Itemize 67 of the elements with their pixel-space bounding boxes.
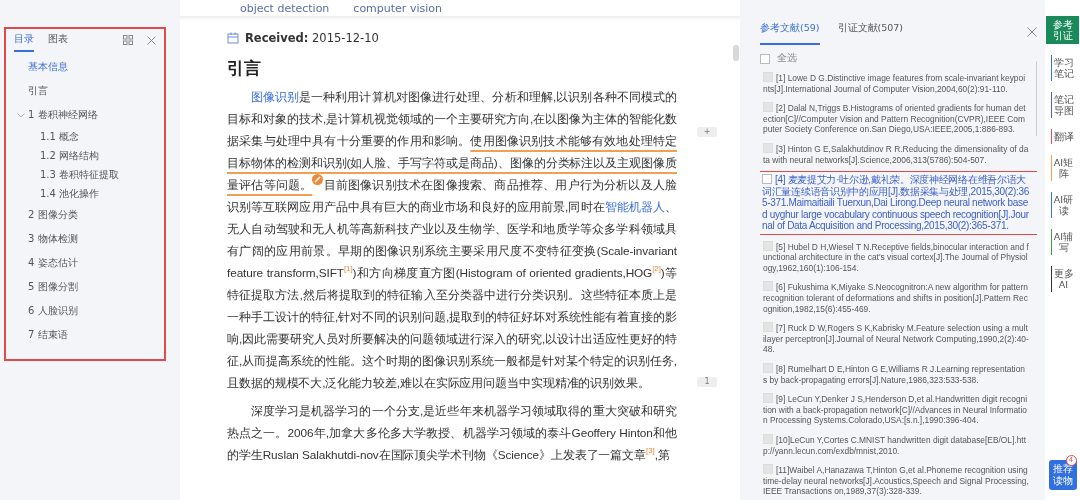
checkbox[interactable] bbox=[763, 363, 773, 373]
checkbox[interactable] bbox=[763, 433, 773, 444]
tool-button[interactable]: 参考引证 bbox=[1046, 16, 1079, 44]
select-all-label[interactable]: 全选 bbox=[777, 52, 797, 65]
reference-entry[interactable]: [9] LeCun Y,Denker J S,Henderson D,et al.Handwritten digit recognition with a back-propagation network[C]//Advances in Neural Information Processing Systems.Colorado,USA:[s.n.],1990:396-404. bbox=[760, 391, 1032, 428]
tool-button[interactable]: AI矩阵 bbox=[1050, 155, 1075, 181]
paragraph: 图像识别是一种利用计算机对图像进行处理、分析和理解,以识别各种不同模式的目标和对象的技术,是计算机视觉领域的一个主要研究方向,在以图像为主体的智能化数据采集与处理中具有十分重要的作用和影响。使用图像识别技术能够有效地处理特定目标物体的检测和识别(如人脸、手写字符或是商品)、图像的分类标注以及主观图像质量评估等问题。 目前图像识别技术在图像搜索、商品推荐、用户行为分析以及人脸识别等互联网应用产品中具有巨大的商业市场和良好的应用前景,同时在智能机器人、无人自动驾驶和无人机等高新科技产业以及生物学、医学和地质学等众多学科领域具有广阔的应用前景。早期的图像识别系统主要采用尺度不变特征变换(Scale-invariant feature transform,SIFT$^{[1]}$)和方向梯度直方图(Histogram of oriented gradients,HOG$^{[2]}$)等特征提取方法,然后将提取到的特征输入至分类器中进行分类识别。这些特征本质上是一种手工设计的特征,针对不同的识别问题,提取到的特征好坏对系统性能有着直接的影响,因此需要研究人员对所要解决的问题领域进行深入的研究,以设计出适应性更好的特征,从而提高系统的性能。这个时期的图像识别系统一般都是针对某个特定的识别任务,且数据的规模不大,泛化能力较差,难以在实际应用问题当中实现精准的识别效果。 bbox=[227, 89, 677, 392]
reference-entry[interactable]: [6] Fukushima K,Miyake S.Neocognitron:A new algorithm for pattern recognition tolerant of deformations and shifts in position[J].Pattern Recognition,1982,15(6):455-469. bbox=[760, 279, 1032, 317]
toc-tab[interactable]: 图表 bbox=[48, 28, 68, 52]
tool-button[interactable]: 翻译 bbox=[1050, 129, 1075, 144]
term-link[interactable]: 智能机器人 bbox=[604, 200, 666, 214]
toc-item[interactable]: 基本信息 bbox=[28, 60, 68, 74]
term-link[interactable]: 图像识别 bbox=[250, 90, 299, 104]
reference-entry[interactable]: [11]Waibel A,Hanazawa T,Hinton G,et al.Phoneme recognition using time-delay neural networks[J].Acoustics,Speech and Signal Processing,IEEE Transactions on,1989,37(3):328-339. bbox=[760, 462, 1032, 499]
scrollbar[interactable] bbox=[1036, 61, 1037, 136]
checkbox[interactable] bbox=[760, 53, 770, 64]
pencil-icon[interactable] bbox=[312, 174, 324, 185]
toc-item[interactable]: 7 结束语 bbox=[28, 328, 68, 342]
toc-item[interactable]: 5 图像分割 bbox=[28, 280, 78, 294]
toc-item[interactable]: 2 图像分类 bbox=[28, 208, 78, 222]
paragraph: 深度学习是机器学习的一个分支,是近些年来机器学习领域取得的重大突破和研究热点之一。2006年,加拿大多伦多大学教授、机器学习领域的泰斗Geoffery Hinton和他的学生Ruslan Salakhutdi-nov在国际顶尖学术刊物《Science》上发表了一篇文章$^{[3]}$,第 bbox=[227, 403, 677, 464]
toc-item[interactable]: 3 物体检测 bbox=[28, 232, 78, 246]
checkbox[interactable] bbox=[763, 72, 773, 82]
checkbox[interactable] bbox=[763, 322, 773, 333]
tool-button[interactable]: AI辅写 bbox=[1050, 229, 1075, 255]
highlighted-reference[interactable]: [4] 麦麦提艾力·吐尔逊,戴礼荣。深度神经网络在维吾尔语大词汇量连续语音识别中的应用[J].数据采集与处理,2015,30(2):365-371.Maimaitiaili Tuerxun,Dai Lirong.Deep neural network based uyghur large vocabulary continuous speech recognition[J].Journal of Data Acquisition and Processing,2015,30(2):365-371. bbox=[760, 171, 1037, 235]
toc-item[interactable]: 4 姿态估计 bbox=[28, 256, 78, 270]
toc-item[interactable]: 1.2 网络结构 bbox=[40, 148, 100, 163]
tool-button[interactable]: 学习笔记 bbox=[1050, 55, 1075, 81]
reference-entry[interactable]: [10]LeCun Y,Cortes C.MNIST handwritten digit database[EB/OL].http://yann.lecun.com/exdb/mnist,2010. bbox=[760, 431, 1032, 459]
tool-button[interactable]: 笔记导图 bbox=[1050, 92, 1075, 118]
reference-tab[interactable]: 引证文献(507) bbox=[837, 18, 904, 45]
caret-icon[interactable] bbox=[17, 113, 25, 118]
toc-item[interactable]: 6 人脸识别 bbox=[28, 304, 78, 318]
margin-marker[interactable]: 1 bbox=[697, 377, 717, 387]
keyword-link[interactable]: object detection bbox=[240, 1, 330, 15]
tool-button[interactable]: 更多AI bbox=[1050, 266, 1075, 292]
margin-marker[interactable]: + bbox=[697, 127, 717, 137]
section-heading: 引言 bbox=[227, 57, 262, 80]
reference-entry[interactable]: [2] Dalal N,Triggs B.Histograms of oriented gradients for human detection[C]//Computer Vision and Pattern Recognition(CVPR),IEEE Computer Society Conference on.San Diego,USA:IEEE,2005,1:886-893. bbox=[760, 100, 1032, 137]
scrollbar[interactable] bbox=[733, 45, 739, 61]
calendar-icon bbox=[227, 32, 239, 44]
reference-entry[interactable]: [5] Hubel D H,Wiesel T N.Receptive fields,binocular interaction and functional architecture in the cat's visual cortex[J].The Journal of Physiology,1962,160(1):106-154. bbox=[760, 238, 1032, 276]
tool-button[interactable]: AI研读 bbox=[1050, 192, 1075, 218]
checkbox[interactable] bbox=[763, 281, 773, 292]
checkbox[interactable] bbox=[762, 174, 772, 185]
close-icon[interactable] bbox=[1027, 26, 1037, 37]
checkbox[interactable] bbox=[763, 393, 773, 404]
reference-entry[interactable]: [8] Rumelhart D E,Hinton G E,Williams R J.Learning representations by back-propagating errors[J].Nature,1986,323:533-538. bbox=[760, 361, 1032, 388]
toc-item[interactable]: 1.3 卷积特征提取 bbox=[40, 167, 120, 182]
toc-item[interactable]: 1.1 概念 bbox=[40, 129, 80, 144]
received-date: Received: 2015-12-10 bbox=[245, 31, 379, 45]
reference-entry[interactable]: [3] Hinton G E,Salakhutdinov R R.Reducing the dimensionality of data with neural networks[J].Science,2006,313(5786):504-507. bbox=[760, 140, 1032, 168]
toc-item[interactable]: 1 卷积神经网络 bbox=[28, 108, 98, 122]
grid-icon[interactable] bbox=[123, 35, 133, 45]
keyword-link[interactable]: computer vision bbox=[353, 1, 442, 15]
reference-tab[interactable]: 参考文献(59) bbox=[760, 18, 820, 45]
checkbox[interactable] bbox=[763, 142, 773, 153]
checkbox[interactable] bbox=[763, 240, 773, 251]
toc-item[interactable]: 引言 bbox=[28, 84, 48, 98]
toc-tab[interactable]: 目录 bbox=[14, 28, 34, 52]
toc-item[interactable]: 1.4 池化操作 bbox=[40, 186, 100, 201]
reference-entry[interactable]: [7] Ruck D W,Rogers S K,Kabrisky M.Feature selection using a multilayer perceptron[J].Journal of Neural Network Computing,1990,2(2):40-48. bbox=[760, 320, 1032, 357]
reference-entry[interactable]: [1] Lowe D G.Distinctive image features from scale-invariant keypoints[J].International Journal of Computer Vision,2004,60(2):91-110. bbox=[760, 70, 1032, 97]
checkbox[interactable] bbox=[763, 464, 773, 475]
checkbox[interactable] bbox=[763, 102, 773, 113]
close-icon[interactable] bbox=[147, 35, 156, 45]
